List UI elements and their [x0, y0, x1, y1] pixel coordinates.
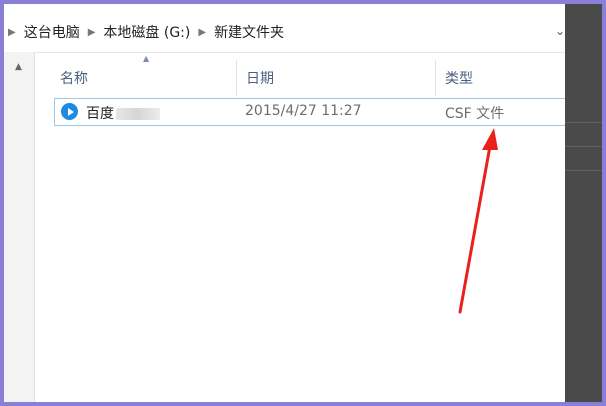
annotation-arrow: [458, 128, 498, 314]
explorer-window: ▶ 这台电脑 ▶ 本地磁盘 (G:) ▶ 新建文件夹 ⌄ ▲ ▲ 名称 日期 类…: [4, 4, 602, 402]
